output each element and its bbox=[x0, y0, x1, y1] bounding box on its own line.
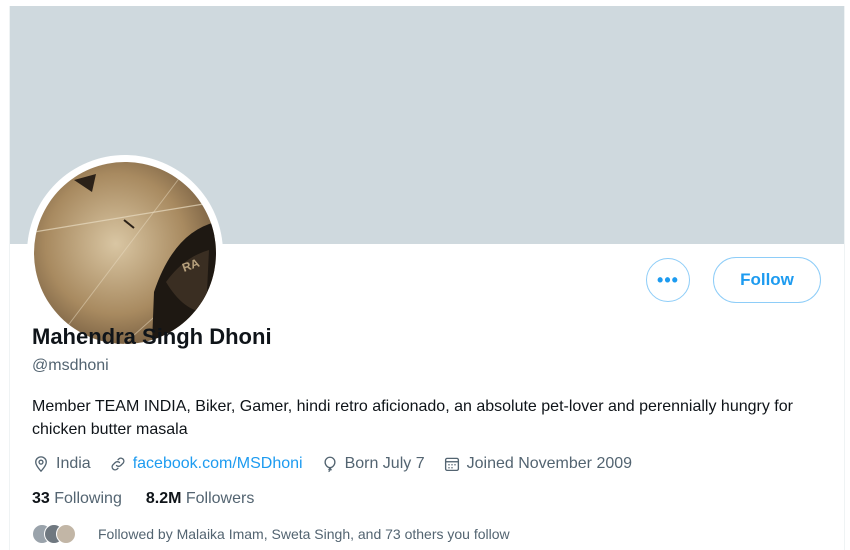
follower-avatars bbox=[32, 524, 82, 544]
more-horizontal-icon: ••• bbox=[657, 269, 679, 290]
avatar bbox=[56, 524, 76, 544]
link-icon bbox=[109, 455, 127, 473]
profile-stats: 33 Following 8.2M Followers bbox=[32, 490, 278, 508]
followed-by-text: Followed by Malaika Imam, Sweta Singh, a… bbox=[98, 526, 510, 542]
joined-text: Joined November 2009 bbox=[466, 455, 633, 472]
profile-page: RA ••• Follow Mahendra Singh Dhoni @msdh… bbox=[9, 6, 845, 550]
joined-item: Joined November 2009 bbox=[443, 455, 632, 473]
location-item: India bbox=[32, 455, 91, 473]
followers-stat[interactable]: 8.2M Followers bbox=[146, 490, 255, 508]
following-stat[interactable]: 33 Following bbox=[32, 490, 122, 508]
followed-by-row[interactable]: Followed by Malaika Imam, Sweta Singh, a… bbox=[32, 524, 510, 544]
balloon-icon bbox=[321, 455, 339, 473]
location-pin-icon bbox=[32, 455, 50, 473]
avatar-frame: RA bbox=[27, 155, 223, 351]
website-link[interactable]: facebook.com/MSDhoni bbox=[133, 455, 303, 473]
followers-count: 8.2M bbox=[145, 490, 182, 507]
birthday-item: Born July 7 bbox=[321, 455, 425, 473]
following-count: 33 bbox=[32, 490, 50, 507]
calendar-icon bbox=[443, 455, 461, 473]
avatar-photo: RA bbox=[34, 162, 216, 344]
profile-name: Mahendra Singh Dhoni bbox=[32, 324, 272, 349]
profile-bio: Member TEAM INDIA, Biker, Gamer, hindi r… bbox=[32, 398, 793, 438]
profile-meta: India facebook.com/MSDhoni Born July 7 J… bbox=[32, 453, 650, 475]
location-text: India bbox=[56, 455, 91, 472]
followers-label: Followers bbox=[185, 490, 255, 507]
profile-handle: @msdhoni bbox=[32, 357, 109, 374]
birthday-text: Born July 7 bbox=[344, 455, 425, 472]
website-item: facebook.com/MSDhoni bbox=[109, 455, 303, 473]
follow-button[interactable]: Follow bbox=[713, 257, 821, 303]
more-options-button[interactable]: ••• bbox=[646, 258, 690, 302]
following-label: Following bbox=[54, 490, 122, 507]
avatar[interactable]: RA bbox=[34, 162, 216, 344]
